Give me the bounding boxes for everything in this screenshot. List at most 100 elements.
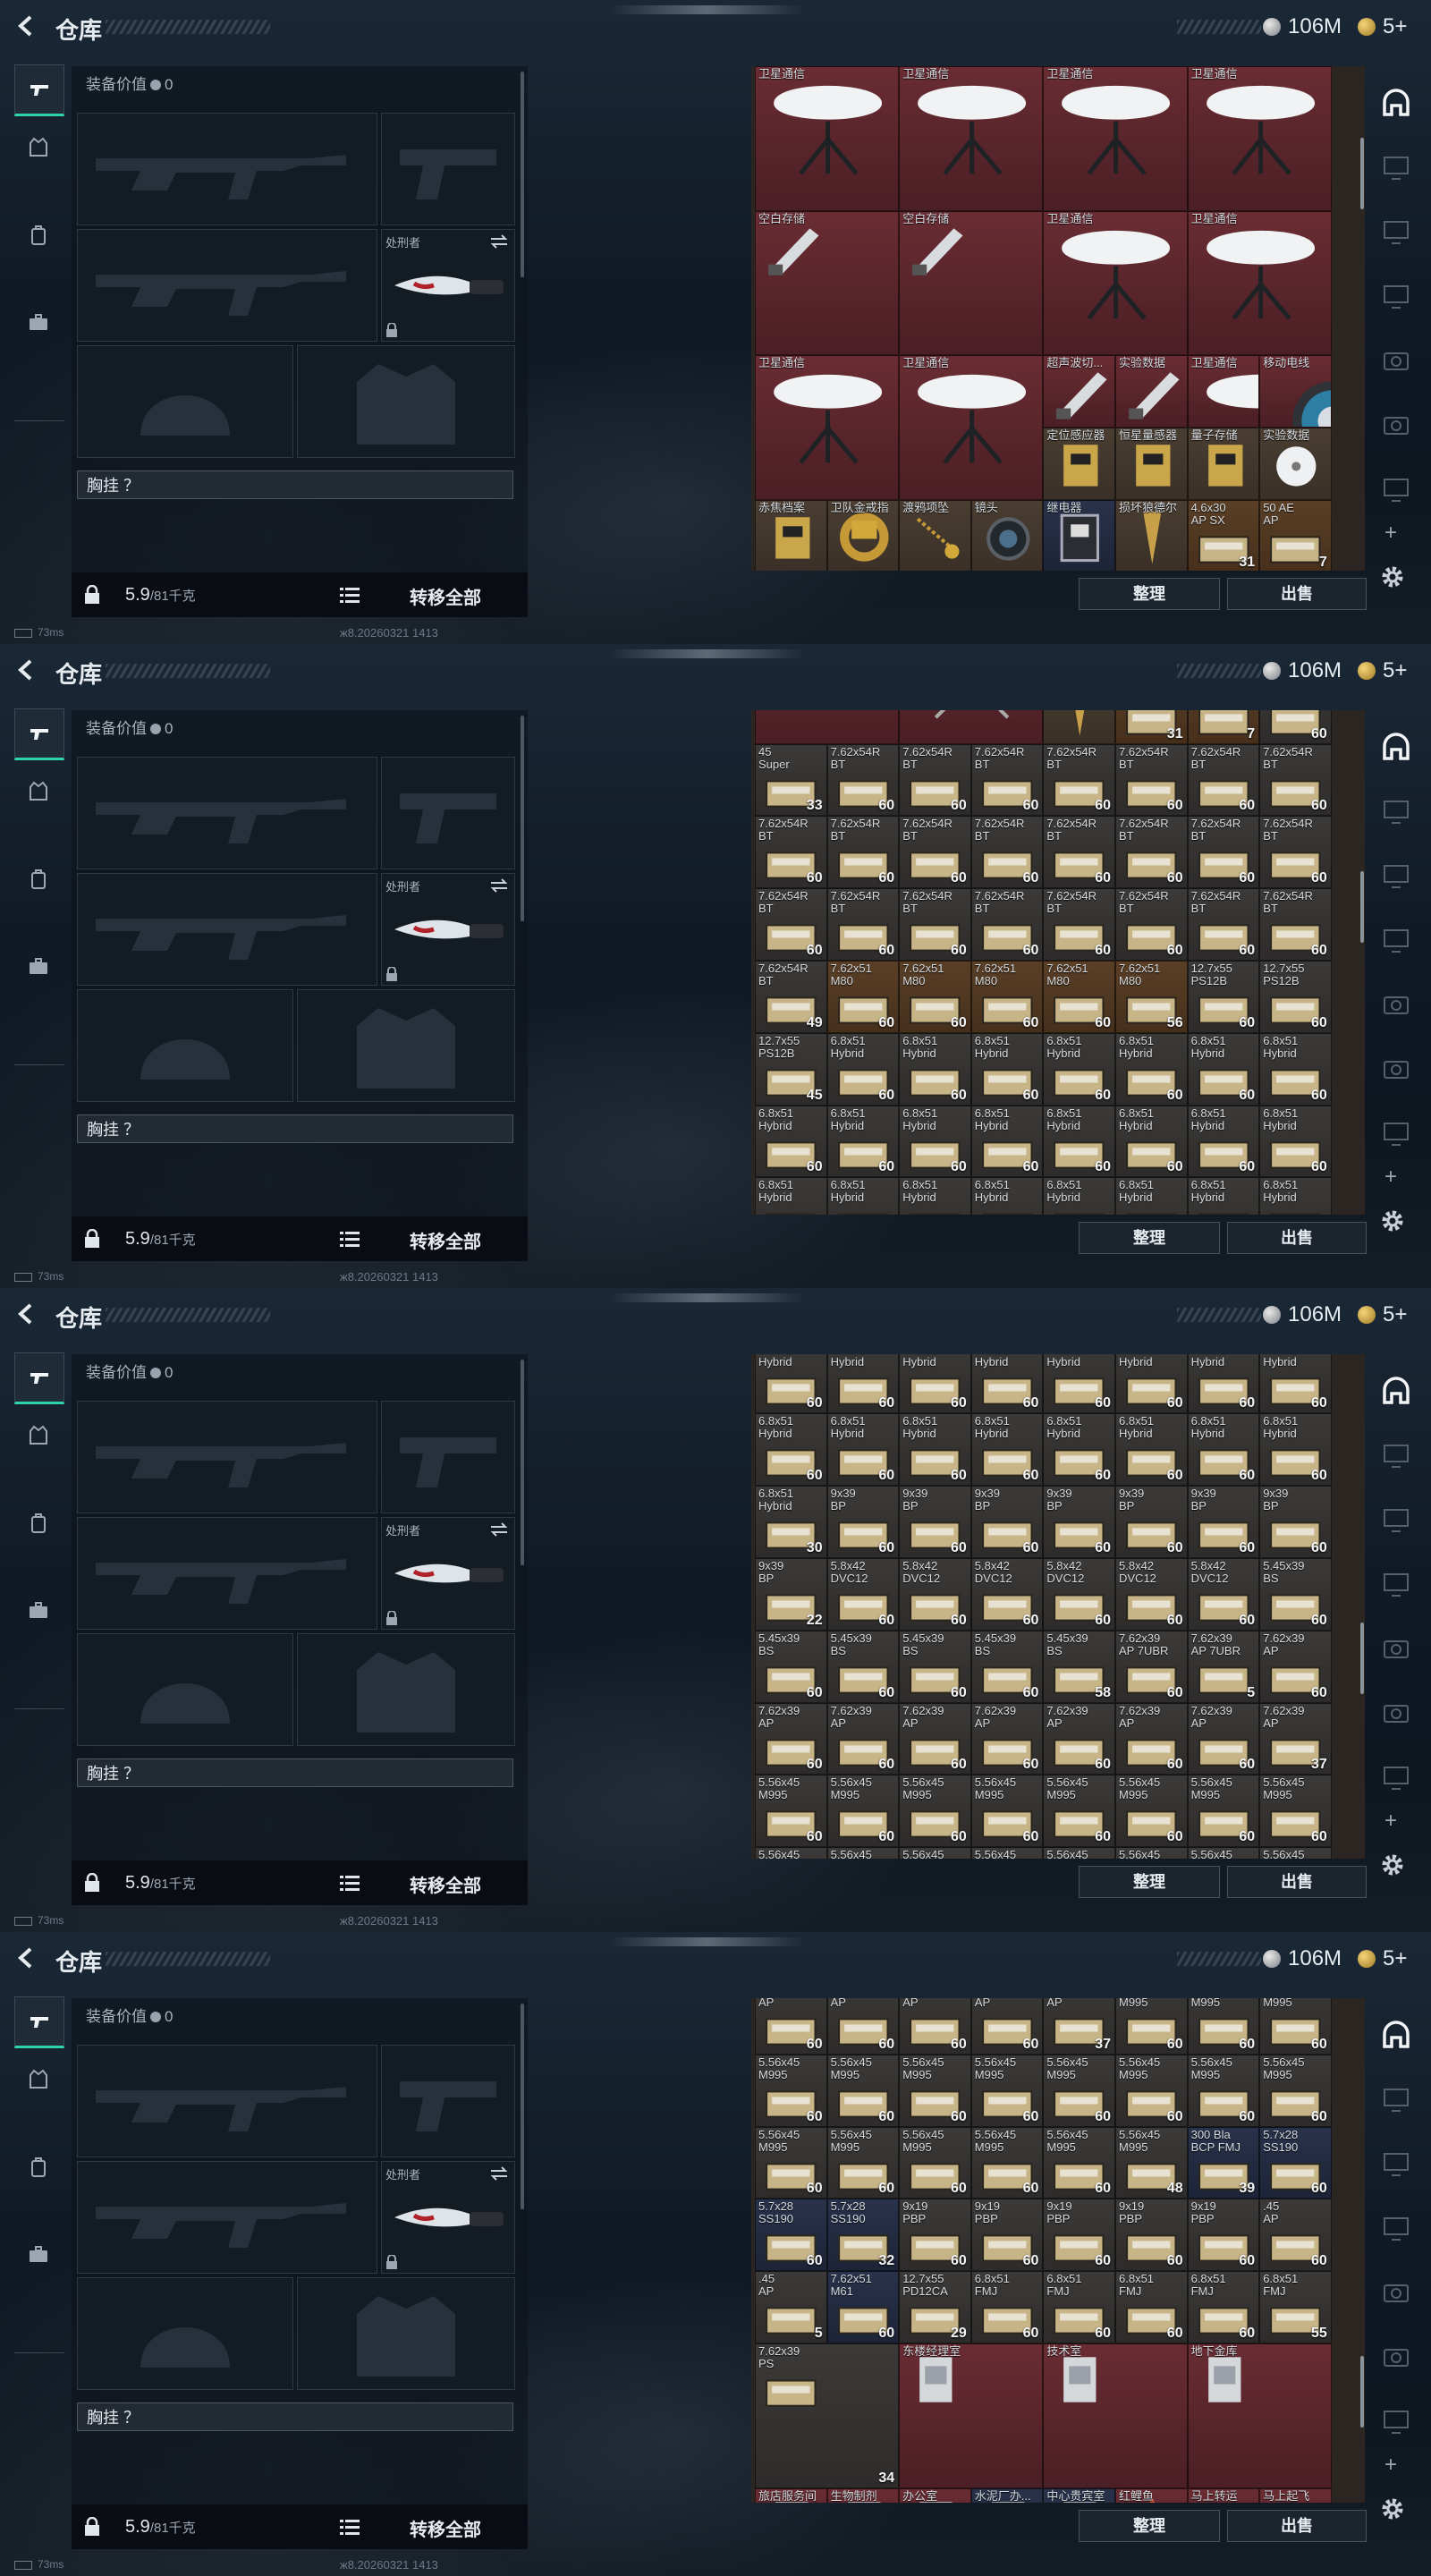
stash-item[interactable]: 6.8x51 FMJ 60: [970, 2271, 1044, 2343]
stash-item[interactable]: 实验数据: [1259, 428, 1332, 500]
stash-item[interactable]: 6.8x51 Hybrid60: [1259, 1354, 1332, 1414]
add-storage-button[interactable]: +: [1384, 521, 1397, 546]
stash-item[interactable]: 7.62x51 M80 60: [970, 960, 1044, 1033]
stash-item[interactable]: 6.8x51 Hybrid60: [1259, 1177, 1332, 1215]
stash-item[interactable]: 6.8x51 FMJ 60: [1043, 2271, 1115, 2343]
stash-item[interactable]: 5.56x45 M995 48: [1115, 2126, 1188, 2199]
stash-item[interactable]: 6.8x51 FMJ 60: [1115, 2271, 1188, 2343]
gold-balance[interactable]: 5+: [1383, 1302, 1407, 1327]
stash-item[interactable]: 300 Bla BCP FMJ 39: [1187, 2126, 1260, 2199]
stash-item[interactable]: 7.62x54R BT 60: [1043, 888, 1115, 961]
stash-item[interactable]: 7.62x51 M80 60: [1043, 960, 1115, 1033]
stash-item[interactable]: 4.6x30 AP SX 31: [1187, 499, 1260, 571]
stash-item[interactable]: .45 AP 60: [1259, 2199, 1332, 2272]
stash-item[interactable]: 5.8x42 DVC12 60: [1187, 1557, 1260, 1631]
stash-item[interactable]: 镜头: [970, 499, 1044, 571]
stash-item[interactable]: 7.62x39 AP 60: [970, 1998, 1044, 2055]
tab-backpack[interactable]: [14, 855, 63, 903]
stash-item[interactable]: 实验数据: [1115, 355, 1188, 428]
stash-item[interactable]: 7.62x54R BT 60: [1187, 816, 1260, 889]
stash-item[interactable]: 6.8x51 Hybrid60: [899, 1105, 971, 1178]
tab-case[interactable]: [14, 943, 63, 991]
rail-storage-2[interactable]: [1381, 2148, 1411, 2179]
stash-item[interactable]: 6.8x51 Hybrid60: [970, 1413, 1044, 1487]
stash-item[interactable]: 卫星通信: [755, 66, 900, 211]
stash-item[interactable]: 7.62x54R BT 60: [1115, 743, 1188, 817]
stash-item[interactable]: 6.8x51 FMJ 55: [1259, 2271, 1332, 2343]
stash-item[interactable]: 9x19 PBP 60: [1115, 2199, 1188, 2272]
slot-secondary-weapon[interactable]: [77, 2161, 377, 2274]
stash-item[interactable]: 7.62x39 AP 60: [755, 1702, 827, 1775]
stash-item[interactable]: 7.62x51 M80 60: [899, 960, 971, 1033]
stash-item[interactable]: 6.8x51 Hybrid60: [1115, 1105, 1188, 1178]
sell-button[interactable]: 出售: [1227, 578, 1367, 610]
slot-melee[interactable]: 处刑者: [381, 873, 515, 986]
stash-item[interactable]: 5.8x42 DVC12 60: [826, 1557, 900, 1631]
stash-item[interactable]: 5.8x42 DVC12 60: [1115, 1557, 1188, 1631]
stash-item[interactable]: 卫星通信: [755, 355, 900, 500]
stash-item[interactable]: 7.62x39 AP 60: [899, 1998, 971, 2055]
stash-item[interactable]: 9x39 BP 60: [1115, 1486, 1188, 1558]
slot-melee[interactable]: 处刑者: [381, 2161, 515, 2274]
stash-item[interactable]: 7.62x51 M80 60: [826, 960, 900, 1033]
back-button[interactable]: [13, 1945, 39, 1971]
gold-balance[interactable]: 5+: [1383, 1946, 1407, 1971]
stash-item[interactable]: 卫星通信: [899, 66, 1044, 211]
slot-body-armor[interactable]: [297, 1633, 515, 1746]
stash-item[interactable]: 6.8x51 Hybrid60: [1115, 1032, 1188, 1106]
stash-item[interactable]: 移动电线: [1259, 355, 1332, 428]
stash-item[interactable]: 5.56x45 M99560: [1115, 1998, 1188, 2055]
tab-armor[interactable]: [14, 2055, 63, 2104]
rail-storage-2[interactable]: [1381, 216, 1411, 247]
tab-case[interactable]: [14, 2231, 63, 2279]
stash-item[interactable]: 9x39 BP 60: [1187, 1486, 1260, 1558]
rail-storage-2[interactable]: [1381, 860, 1411, 891]
stash-item[interactable]: 6.8x51 Hybrid60: [1043, 1032, 1115, 1106]
stash-item[interactable]: 6.8x51 Hybrid60: [1187, 1105, 1260, 1178]
stash-item[interactable]: 7.62x39 AP 60: [755, 1998, 827, 2055]
settings-button[interactable]: [1379, 2496, 1406, 2522]
stash-item[interactable]: 水泥厂办...: [970, 2487, 1044, 2503]
stash-item[interactable]: 恒星量感器: [1115, 428, 1188, 500]
stash-item[interactable]: 技术室: [1043, 2343, 1188, 2488]
stash-item[interactable]: 损坏狼德尔: [1115, 499, 1188, 571]
stash-scrollbar[interactable]: [1360, 2356, 1364, 2428]
tab-case[interactable]: [14, 299, 63, 347]
rail-storage-1[interactable]: [1381, 2084, 1411, 2114]
stash-item[interactable]: 7.62x54R BT 60: [1187, 888, 1260, 961]
stash-item[interactable]: 5.56x45 M99560: [970, 1775, 1044, 1848]
stash-item[interactable]: 中心贵宾室: [1043, 2487, 1115, 2503]
stash-item[interactable]: 9x39 BP 60: [1259, 1486, 1332, 1558]
stash-item[interactable]: 6.8x51 Hybrid60: [755, 1177, 827, 1215]
stash-item[interactable]: 5.56x45 M99560: [1043, 1847, 1115, 1859]
add-storage-button[interactable]: +: [1384, 2453, 1397, 2478]
rail-storage-4[interactable]: [1381, 1633, 1411, 1664]
swap-icon[interactable]: [489, 233, 509, 250]
slot-body-armor[interactable]: [297, 2277, 515, 2390]
rail-storage-3[interactable]: [1381, 925, 1411, 955]
slot-pistol[interactable]: [381, 113, 515, 225]
slot-primary-weapon[interactable]: [77, 113, 377, 225]
stash-item[interactable]: 卫星通信: [1187, 355, 1260, 428]
stash-item[interactable]: 卫星通信: [899, 355, 1044, 500]
swap-icon[interactable]: [489, 2165, 509, 2182]
stash-item[interactable]: 7.62x39 PS 34: [755, 2343, 900, 2488]
stash-item[interactable]: .45 AP 5: [755, 2271, 827, 2343]
stash-item[interactable]: 6.8x51 Hybrid60: [899, 1354, 971, 1414]
stash-item[interactable]: 办公室: [899, 2487, 971, 2503]
stash-item[interactable]: 6.8x51 Hybrid60: [1259, 1413, 1332, 1487]
stash-item[interactable]: 9x39 BP 60: [1043, 1486, 1115, 1558]
rail-storage-5[interactable]: [1381, 410, 1411, 440]
stash-item[interactable]: 12.7x55 PS12B 45: [755, 1032, 827, 1106]
stash-item[interactable]: 7.62x54R BT 60: [826, 816, 900, 889]
tab-backpack[interactable]: [14, 1499, 63, 1547]
stash-item[interactable]: 12.7x55 PS12B 60: [1259, 960, 1332, 1033]
stash-item[interactable]: 马上起飞: [1259, 2487, 1332, 2503]
rail-storage-4[interactable]: [1381, 989, 1411, 1020]
rail-storage-5[interactable]: [1381, 2342, 1411, 2372]
stash-item[interactable]: 5.56x45 M99560: [826, 2054, 900, 2127]
stash-item[interactable]: 5.56x45 M99560: [970, 1847, 1044, 1859]
stash-item[interactable]: 5.56x45 M99560: [826, 1847, 900, 1859]
stash-item[interactable]: 6.8x51 Hybrid60: [755, 1105, 827, 1178]
stash-item[interactable]: 卫队金戒指: [826, 499, 900, 571]
